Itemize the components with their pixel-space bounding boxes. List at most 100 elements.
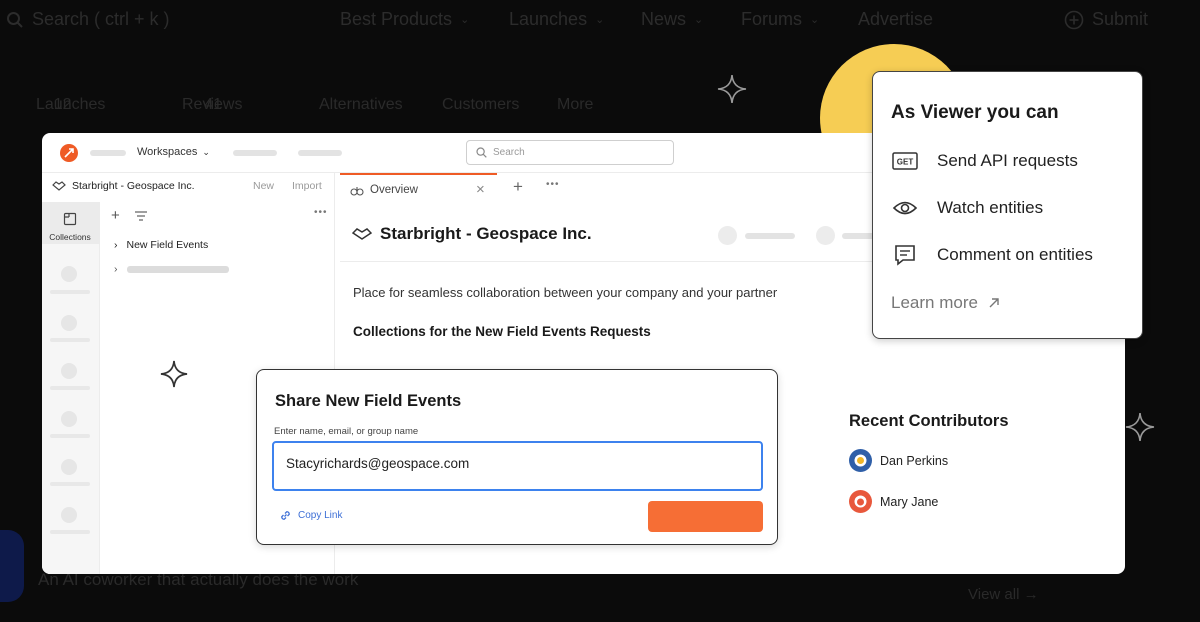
- rail-placeholder-bar: [50, 434, 90, 438]
- background-search-placeholder: Search ( ctrl + k ): [32, 9, 170, 29]
- share-input-value: Stacyrichards@geospace.com: [286, 456, 470, 471]
- rail-placeholder-icon: [61, 411, 77, 427]
- app-logo[interactable]: [60, 144, 78, 162]
- nav-label: Launches: [509, 9, 588, 29]
- contributor-item[interactable]: Dan Perkins: [849, 449, 948, 472]
- permission-item: Comment on entities: [891, 241, 1093, 269]
- nav-best-products[interactable]: Best Products ⌄: [340, 9, 469, 30]
- tab-count: 12: [53, 96, 72, 113]
- sidebar-item-collections[interactable]: Collections: [42, 202, 100, 244]
- app-search-input[interactable]: Search: [466, 140, 674, 165]
- sparkle-icon: [160, 360, 188, 388]
- submit-label: Submit: [1092, 9, 1149, 29]
- submit-button[interactable]: Submit: [1064, 9, 1148, 30]
- share-email-input[interactable]: Stacyrichards@geospace.com: [272, 441, 763, 491]
- chevron-down-icon: ⌄: [810, 14, 820, 26]
- learn-more-link[interactable]: Learn more: [891, 293, 1000, 313]
- placeholder-bar: [298, 150, 342, 156]
- rail-placeholder-icon: [61, 459, 77, 475]
- background-search[interactable]: Search ( ctrl + k ): [6, 9, 170, 30]
- copy-link-button[interactable]: Copy Link: [279, 509, 342, 522]
- share-button[interactable]: [648, 501, 763, 532]
- tab-alternatives[interactable]: Alternatives: [319, 96, 403, 114]
- tab-more[interactable]: More: [557, 96, 593, 114]
- external-arrow-icon: [989, 298, 999, 308]
- overview-icon: [350, 187, 364, 196]
- placeholder-bar: [745, 233, 795, 239]
- nav-advertise[interactable]: Advertise: [858, 9, 933, 30]
- avatar-graphic: [854, 454, 867, 467]
- rocket-icon: [64, 148, 74, 158]
- nav-label: Forums: [741, 9, 803, 29]
- nav-news[interactable]: News ⌄: [641, 9, 703, 30]
- chevron-right-icon: ›: [114, 263, 118, 275]
- handshake-icon: [52, 181, 66, 191]
- sparkle-icon: [1125, 412, 1155, 442]
- more-options-icon[interactable]: •••: [314, 207, 328, 218]
- plus-icon[interactable]: +: [111, 207, 120, 224]
- rail-placeholder-bar: [50, 290, 90, 294]
- workspaces-dropdown[interactable]: Workspaces ⌄: [137, 146, 210, 158]
- nav-forums[interactable]: Forums ⌄: [741, 9, 819, 30]
- search-icon: [476, 147, 487, 158]
- workspace-name: Starbright - Geospace Inc.: [72, 180, 195, 192]
- contributor-name: Mary Jane: [880, 494, 939, 509]
- chevron-down-icon: ⌄: [460, 14, 470, 26]
- new-button[interactable]: New: [253, 180, 274, 192]
- contributor-item[interactable]: Mary Jane: [849, 490, 938, 513]
- tab-launches[interactable]: Launches 12: [36, 96, 105, 114]
- permission-label: Watch entities: [937, 198, 1044, 217]
- rail-placeholder-icon: [61, 315, 77, 331]
- permission-item: Watch entities: [891, 194, 1043, 222]
- chevron-down-icon: ⌄: [202, 146, 210, 157]
- collections-heading: Collections for the New Field Events Req…: [353, 324, 651, 339]
- search-icon: [7, 11, 23, 28]
- tree-item-placeholder[interactable]: ›: [114, 263, 229, 275]
- share-dialog-title: Share New Field Events: [275, 392, 462, 410]
- sparkle-icon: [717, 74, 747, 104]
- rail-placeholder-icon: [61, 266, 77, 282]
- rail-placeholder-bar: [50, 530, 90, 534]
- permission-label: Comment on entities: [937, 245, 1093, 264]
- import-button[interactable]: Import: [292, 180, 322, 192]
- filter-icon[interactable]: [135, 211, 147, 221]
- nav-label: Best Products: [340, 9, 453, 29]
- tab-reviews[interactable]: Reviews 41: [182, 96, 242, 114]
- background-navbar: Search ( ctrl + k ) Best Products ⌄ Launc…: [0, 0, 1200, 40]
- placeholder-avatar: [816, 226, 835, 245]
- placeholder-bar: [233, 150, 277, 156]
- viewer-permissions-popover: As Viewer you can GET Send API requests …: [872, 71, 1143, 339]
- rail-placeholder-bar: [50, 386, 90, 390]
- view-all-label: View all: [968, 586, 1020, 603]
- learn-more-label: Learn more: [891, 293, 978, 312]
- get-api-icon: GET: [891, 147, 919, 175]
- view-all-link[interactable]: View all →: [968, 586, 1039, 603]
- workspace-title: Starbright - Geospace Inc.: [380, 224, 592, 243]
- product-logo-badge: [0, 530, 24, 602]
- nav-label: Advertise: [858, 9, 934, 29]
- recent-contributors-heading: Recent Contributors: [849, 412, 1009, 430]
- tab-overview[interactable]: Overview ×: [340, 173, 497, 208]
- copy-link-label: Copy Link: [298, 510, 343, 521]
- handshake-icon: [352, 228, 372, 240]
- nav-launches[interactable]: Launches ⌄: [509, 9, 604, 30]
- contributor-name: Dan Perkins: [880, 453, 949, 468]
- eye-icon: [891, 194, 919, 222]
- close-icon[interactable]: ×: [476, 181, 485, 198]
- tree-item[interactable]: › New Field Events: [114, 239, 208, 251]
- placeholder-avatar: [718, 226, 737, 245]
- tab-customers[interactable]: Customers: [442, 96, 519, 114]
- workspace-header: Starbright - Geospace Inc. New Import: [42, 173, 335, 201]
- collections-label: Collections: [49, 232, 91, 242]
- comment-icon: [891, 241, 919, 269]
- tab-count: 41: [204, 96, 223, 113]
- plus-circle-icon: [1064, 10, 1084, 29]
- add-tab-button[interactable]: +: [513, 177, 523, 197]
- more-options-icon[interactable]: •••: [546, 179, 560, 190]
- app-search-placeholder: Search: [493, 147, 525, 158]
- arrow-right-icon: →: [1023, 586, 1039, 603]
- popover-title: As Viewer you can: [891, 102, 1059, 123]
- chevron-down-icon: ⌄: [694, 14, 704, 26]
- svg-text:GET: GET: [897, 158, 914, 167]
- workspace-description: Place for seamless collaboration between…: [353, 285, 778, 300]
